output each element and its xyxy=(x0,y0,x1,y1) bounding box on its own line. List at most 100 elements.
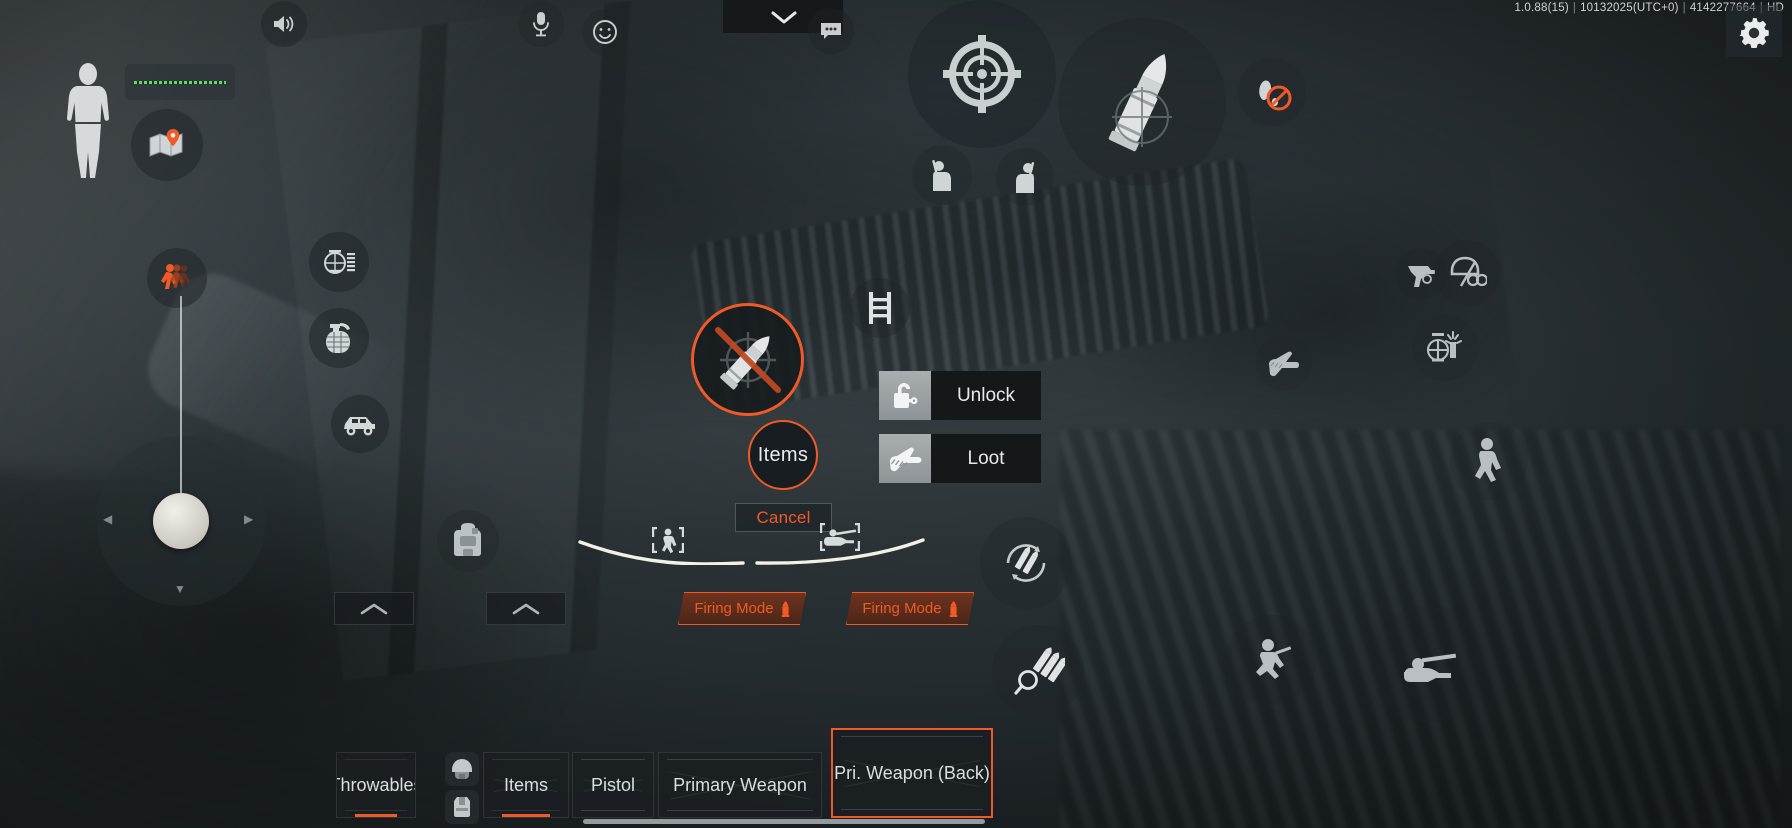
vehicle-icon xyxy=(344,417,375,436)
lean-left-icon xyxy=(932,159,951,191)
joystick-stem xyxy=(180,296,182,496)
compass-button[interactable] xyxy=(309,232,369,292)
soldier-run-button[interactable] xyxy=(1450,422,1528,500)
lean-right-icon xyxy=(1016,161,1035,193)
unlock-icon-box xyxy=(879,371,931,420)
crosshair-scope-icon xyxy=(943,35,1021,113)
grenade-button[interactable] xyxy=(309,308,369,368)
sprint-icon xyxy=(161,264,190,289)
gear-slot-vest[interactable] xyxy=(445,790,479,824)
weapon-slot-bar: Throwables Items Pistol xyxy=(0,728,1792,828)
bullet-icon xyxy=(1108,53,1172,152)
reload-button[interactable] xyxy=(980,517,1072,609)
slot-items[interactable]: Items xyxy=(483,752,569,818)
build-date-text: 10132025(UTC+0) xyxy=(1580,2,1679,14)
map-button[interactable] xyxy=(131,109,203,181)
slot-label-items: Items xyxy=(503,774,548,795)
soldier-crouch-button[interactable] xyxy=(1226,615,1316,705)
map-pin-icon xyxy=(149,129,183,157)
scope-flash-icon xyxy=(1426,331,1462,362)
weapon-arc xyxy=(578,538,925,565)
slot-primary-weapon-back[interactable]: Pri. Weapon (Back) xyxy=(831,728,993,818)
unlock-label: Unlock xyxy=(956,384,1016,406)
version-text: 1.0.88(15) xyxy=(1514,2,1569,14)
unlock-button[interactable]: Unlock xyxy=(879,371,1041,420)
lean-right-button[interactable] xyxy=(996,148,1054,206)
settings-button[interactable] xyxy=(1726,5,1782,57)
collapse-chat-button[interactable] xyxy=(762,0,806,33)
loot-label: Loot xyxy=(967,447,1005,469)
soldier-standing-bracket-icon xyxy=(652,527,684,554)
chevron-tab-0[interactable] xyxy=(334,592,414,625)
arc-figure-left[interactable] xyxy=(650,523,686,562)
ladder-icon xyxy=(869,292,891,324)
ammo-button[interactable] xyxy=(1058,18,1226,186)
chat-bubble-icon xyxy=(821,23,841,39)
backpack-button[interactable] xyxy=(437,510,499,572)
silent-footsteps-button[interactable] xyxy=(1238,58,1306,126)
slot-label-pistol: Pistol xyxy=(590,774,635,795)
joystick-knob[interactable] xyxy=(153,493,209,549)
player-avatar[interactable] xyxy=(60,62,116,187)
game-hud-screen: 1.0.88(15)|10132025(UTC+0)|4142277664|HD xyxy=(0,0,1792,828)
soldier-prone-bracket-icon xyxy=(820,523,860,551)
chevron-up-icon xyxy=(360,603,388,614)
sprint-button[interactable] xyxy=(147,248,207,308)
soldier-prone-icon xyxy=(1404,653,1457,682)
joystick-arrow-left: ◀ xyxy=(103,512,113,526)
loot-button[interactable]: Loot xyxy=(879,434,1041,483)
pistol-icon xyxy=(1408,266,1435,287)
vest-icon xyxy=(454,797,470,817)
scope-flash-button[interactable] xyxy=(1412,315,1478,381)
slot-label-throwables: Throwables xyxy=(337,774,415,795)
speaker-button[interactable] xyxy=(261,1,307,47)
melee-hand-icon xyxy=(1269,351,1299,377)
firing-mode-label-1: Firing Mode xyxy=(862,600,942,617)
microphone-icon xyxy=(533,12,549,37)
arc-figure-right[interactable] xyxy=(818,520,862,559)
bullet-crossed-out-icon xyxy=(714,326,781,393)
joystick-arrow-right: ▶ xyxy=(244,512,254,526)
melee-button[interactable] xyxy=(1256,335,1312,391)
firing-mode-tab-1[interactable]: Firing Mode xyxy=(846,592,974,625)
soldier-running-icon xyxy=(1475,438,1501,482)
unlock-label-box: Unlock xyxy=(931,371,1041,420)
padlock-key-icon xyxy=(894,382,918,408)
main-action-button[interactable] xyxy=(691,303,804,416)
gear-slot-helmet[interactable] xyxy=(445,752,479,786)
gear-icon xyxy=(1739,18,1769,48)
bottom-scrollbar[interactable] xyxy=(583,819,985,824)
backpack-icon xyxy=(454,523,481,556)
ammo-search-button[interactable] xyxy=(992,625,1084,717)
chevron-down-icon xyxy=(771,11,797,23)
compass-icon xyxy=(324,250,355,274)
scope-button[interactable] xyxy=(908,0,1056,148)
loot-icon-box xyxy=(879,434,931,483)
lean-left-button[interactable] xyxy=(912,145,972,205)
body-silhouette-icon xyxy=(66,63,110,178)
bullet-small-icon xyxy=(949,601,958,617)
helmet-goggles-button[interactable] xyxy=(1434,240,1500,306)
slot-label-primary-weapon-back: Pri. Weapon (Back) xyxy=(834,762,990,783)
health-bar xyxy=(134,80,226,84)
ammo-search-icon xyxy=(1014,647,1065,695)
firing-mode-tab-0[interactable]: Firing Mode xyxy=(678,592,806,625)
sep-2: | xyxy=(1682,2,1686,14)
emoji-face-icon xyxy=(593,20,617,44)
soldier-crouching-icon xyxy=(1256,639,1292,679)
slot-pistol[interactable]: Pistol xyxy=(572,752,654,818)
microphone-button[interactable] xyxy=(518,1,564,47)
items-radial-button[interactable]: Items xyxy=(748,420,818,490)
slot-throwables[interactable]: Throwables xyxy=(336,752,416,818)
chevron-tab-1[interactable] xyxy=(486,592,566,625)
grab-hand-icon xyxy=(890,447,922,471)
joystick-arrow-down: ▼ xyxy=(174,582,186,596)
ladder-button[interactable] xyxy=(850,278,910,338)
speaker-icon xyxy=(274,16,294,32)
slot-primary-weapon[interactable]: Primary Weapon xyxy=(658,752,822,818)
chat-button[interactable] xyxy=(808,8,854,54)
emote-button[interactable] xyxy=(582,9,628,55)
soldier-prone-button[interactable] xyxy=(1370,605,1488,723)
loot-label-box: Loot xyxy=(931,434,1041,483)
vehicle-button[interactable] xyxy=(331,395,389,453)
